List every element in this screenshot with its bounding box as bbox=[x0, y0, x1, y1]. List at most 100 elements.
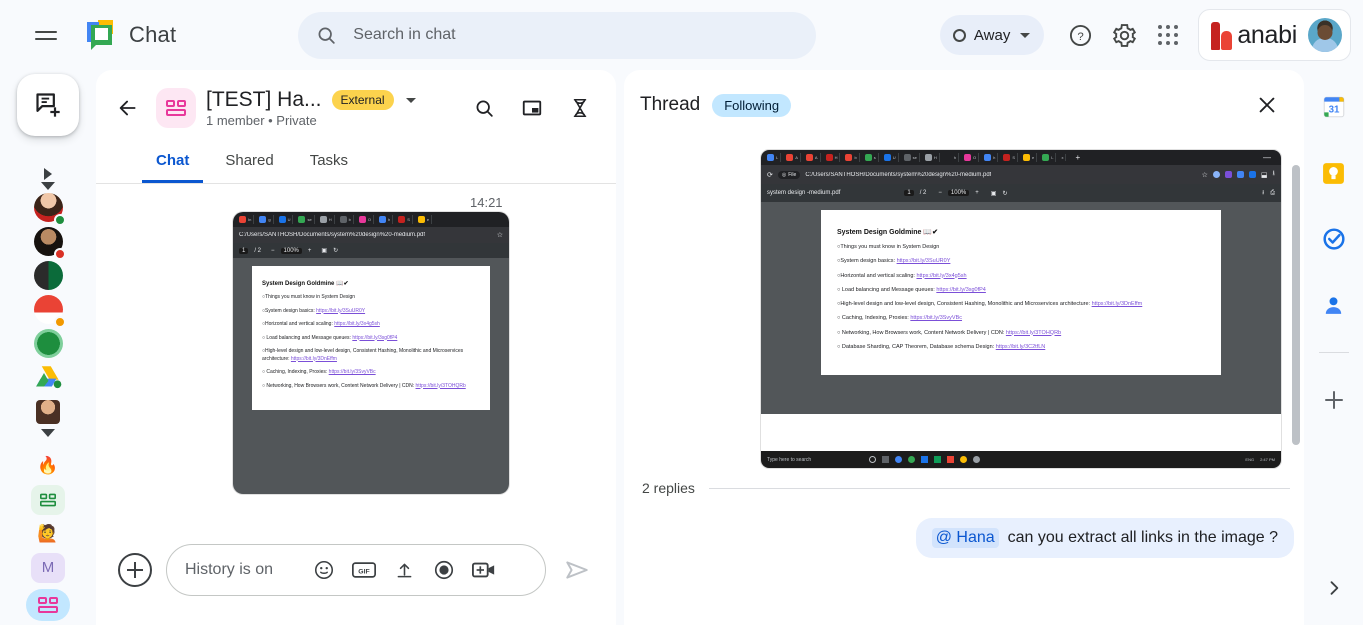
rail-dm-2[interactable] bbox=[26, 225, 70, 260]
thread-scrollbar[interactable] bbox=[1292, 165, 1300, 445]
doc-line: ○Things you must know in System Design bbox=[837, 244, 940, 250]
rail-expand-chevron-right-icon[interactable] bbox=[44, 168, 52, 180]
space-glyph-icon bbox=[166, 100, 186, 116]
chat-panel: [TEST] Ha... External 1 member • Private bbox=[96, 70, 616, 625]
composer-input-pill[interactable]: GIF bbox=[166, 544, 546, 596]
rail-dm-4[interactable] bbox=[26, 293, 70, 328]
gear-icon[interactable] bbox=[1102, 13, 1146, 57]
thread-panel: Thread Following L A A H b s U se H h O … bbox=[624, 70, 1304, 625]
status-pill[interactable]: Away bbox=[939, 15, 1045, 55]
rail-space-m[interactable]: M bbox=[26, 551, 70, 585]
record-icon[interactable] bbox=[431, 557, 457, 583]
pdf-toolbar: system design -medium.pdf 1 / 2 − 100% +… bbox=[761, 184, 1281, 202]
space-letter-icon: M bbox=[31, 552, 65, 583]
close-icon bbox=[1259, 97, 1275, 113]
browser-screenshot: In g U se H b O h S e C:/Users/SANTHOSH/… bbox=[233, 212, 509, 494]
message-composer: GIF bbox=[96, 515, 616, 625]
upload-icon[interactable] bbox=[391, 557, 417, 583]
tab-shared[interactable]: Shared bbox=[211, 144, 287, 183]
mention-chip[interactable]: @ Hana bbox=[931, 528, 999, 548]
replies-divider: 2 replies bbox=[642, 480, 1290, 496]
pdf-page-current: 1 bbox=[239, 247, 249, 254]
browser-url: C:/Users/SANTHOSH/Documents/system%20des… bbox=[239, 232, 426, 238]
left-navigation-rail: 🔥 🙋 M bbox=[0, 70, 96, 625]
account-brand-name: anabi bbox=[1237, 20, 1297, 49]
thread-title: Thread bbox=[640, 94, 701, 115]
svg-text:31: 31 bbox=[1328, 104, 1339, 115]
message-image-attachment[interactable]: In g U se H b O h S e C:/Users/SANTHOSH/… bbox=[233, 212, 509, 494]
user-avatar[interactable] bbox=[1308, 18, 1342, 52]
help-circle-icon[interactable]: ? bbox=[1058, 13, 1102, 57]
rail-dm-google-drive[interactable] bbox=[26, 361, 70, 395]
rail-collapse-chevron-down-icon[interactable] bbox=[41, 182, 55, 191]
emoji-icon[interactable] bbox=[311, 557, 337, 583]
rail-dm-3[interactable] bbox=[26, 259, 70, 293]
new-chat-button[interactable] bbox=[17, 74, 79, 136]
avatar bbox=[33, 329, 63, 359]
new-chat-icon bbox=[36, 93, 60, 117]
browser-screenshot: L A A H b s U se H h O h S e L x + — ⟳ ◎… bbox=[761, 150, 1281, 468]
google-chat-logo bbox=[86, 20, 118, 50]
search-box[interactable] bbox=[298, 11, 817, 59]
tasks-icon[interactable] bbox=[1315, 220, 1353, 258]
rail-space-fire[interactable]: 🔥 bbox=[26, 449, 70, 483]
tab-tasks[interactable]: Tasks bbox=[296, 144, 362, 183]
space-icon bbox=[31, 484, 65, 515]
browser-tab-strip: In g U se H b O h S e bbox=[233, 212, 509, 227]
contacts-icon[interactable] bbox=[1315, 286, 1353, 324]
pdf-page: System Design Goldmine 📖✔ ○Things you mu… bbox=[252, 266, 490, 410]
chevron-right-icon bbox=[1330, 581, 1338, 595]
pdf-page-current: 1 bbox=[904, 190, 914, 196]
app-name: Chat bbox=[129, 22, 177, 47]
send-button[interactable] bbox=[560, 553, 594, 587]
apps-grid-icon[interactable] bbox=[1146, 13, 1190, 57]
rail-space-green[interactable] bbox=[26, 483, 70, 517]
tab-chat[interactable]: Chat bbox=[142, 144, 204, 183]
add-app-button[interactable] bbox=[1315, 381, 1353, 419]
doc-line: ○ Load balancing and Message queues: htt… bbox=[837, 286, 986, 293]
pdf-zoom-level: 100% bbox=[947, 190, 970, 196]
calendar-icon[interactable]: 31 bbox=[1315, 88, 1353, 126]
doc-title: System Design Goldmine 📖✔ bbox=[262, 281, 349, 287]
pdf-viewport: System Design Goldmine 📖✔ ○Things you mu… bbox=[761, 202, 1281, 414]
plus-circle-icon[interactable] bbox=[118, 553, 152, 587]
search-icon[interactable] bbox=[462, 86, 506, 130]
back-button[interactable] bbox=[110, 90, 146, 126]
picture-in-picture-icon[interactable] bbox=[510, 86, 554, 130]
external-badge: External bbox=[331, 90, 394, 110]
doc-line: ○High-level design and low-level design,… bbox=[262, 348, 464, 362]
rail-dm-hana[interactable] bbox=[26, 191, 70, 226]
send-icon bbox=[566, 561, 588, 579]
keep-icon[interactable] bbox=[1315, 154, 1353, 192]
status-label: Away bbox=[973, 26, 1011, 44]
close-thread-button[interactable] bbox=[1250, 88, 1284, 122]
rail-space-person[interactable]: 🙋 bbox=[26, 517, 70, 551]
rail-dm-5[interactable] bbox=[26, 327, 70, 361]
rail-space-test-hanabi[interactable] bbox=[26, 585, 70, 625]
doc-line: ○High-level design and low-level design,… bbox=[837, 301, 1143, 307]
space-glyph-icon bbox=[38, 596, 58, 613]
expand-panel-button[interactable] bbox=[1324, 578, 1344, 603]
account-chip[interactable]: anabi bbox=[1198, 9, 1351, 61]
rail-dm-7[interactable] bbox=[26, 395, 70, 429]
chevron-down-icon[interactable] bbox=[405, 97, 416, 103]
raising-hand-icon: 🙋 bbox=[37, 523, 59, 543]
search-input[interactable] bbox=[353, 26, 799, 44]
thread-image-attachment[interactable]: L A A H b s U se H h O h S e L x + — ⟳ ◎… bbox=[761, 150, 1281, 468]
doc-title: System Design Goldmine 📖✔ bbox=[837, 229, 938, 236]
thread-header: Thread Following bbox=[624, 70, 1304, 130]
app-brand[interactable]: Chat bbox=[86, 20, 176, 50]
message-input[interactable] bbox=[185, 561, 297, 579]
hourglass-icon[interactable] bbox=[558, 86, 602, 130]
svg-text:?: ? bbox=[1077, 31, 1083, 43]
user-message-text: can you extract all links in the image ? bbox=[1007, 529, 1278, 546]
video-icon[interactable] bbox=[471, 557, 497, 583]
doc-line: ○ Caching, Indexing, Proxies: https://bi… bbox=[837, 315, 963, 322]
following-badge[interactable]: Following bbox=[712, 93, 792, 117]
thread-body: L A A H b s U se H h O h S e L x + — ⟳ ◎… bbox=[624, 130, 1304, 625]
plus-icon bbox=[1324, 391, 1343, 409]
spaces-collapse-chevron-down-icon[interactable] bbox=[41, 428, 55, 437]
gif-icon[interactable]: GIF bbox=[351, 557, 377, 583]
hamburger-menu-icon[interactable] bbox=[22, 11, 70, 59]
space-title-block: [TEST] Ha... External 1 member • Private bbox=[206, 88, 416, 128]
